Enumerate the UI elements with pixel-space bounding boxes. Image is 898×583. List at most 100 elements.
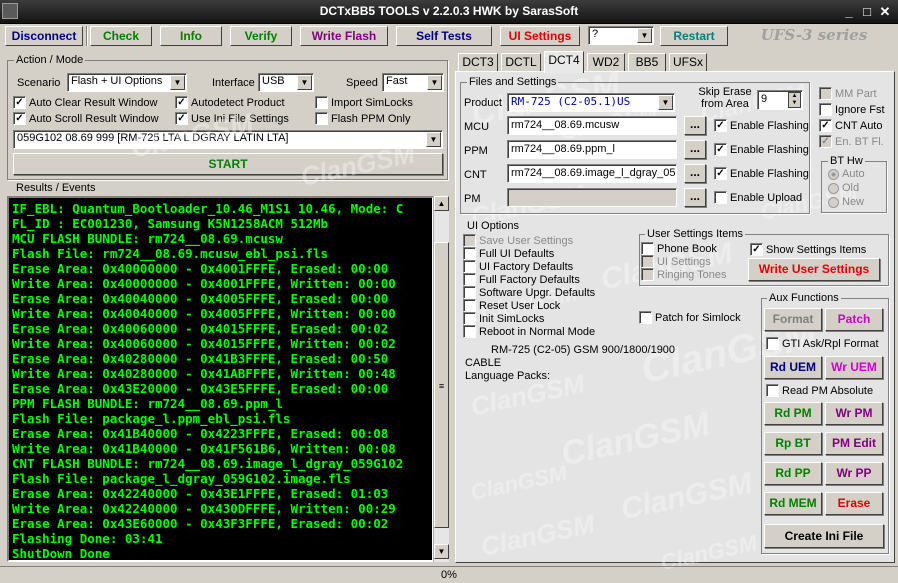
product-select[interactable]: RM-725 (C2-05.1)US ▼ — [507, 93, 675, 112]
tab-dct3[interactable]: DCT3 — [458, 53, 498, 71]
scroll-up-icon[interactable]: ▲ — [434, 196, 449, 211]
use-ini-label: Use Ini File Settings — [191, 112, 289, 125]
mcu-browse-button[interactable]: ... — [684, 116, 706, 135]
rd-pm-button[interactable]: Rd PM — [764, 402, 822, 425]
ppm-file-field[interactable]: rm724__08.69.ppm_l — [507, 140, 677, 159]
minimize-icon[interactable]: _ — [840, 4, 858, 20]
bt-hw-old-radio[interactable]: Old — [828, 182, 859, 194]
progress-text: 0% — [441, 569, 457, 581]
log-line: Write Area: 0x41B40000 - 0x41F561B6, Wri… — [12, 441, 396, 456]
results-scrollbar[interactable]: ▲ ≡ ▼ — [433, 196, 449, 562]
wr-uem-button[interactable]: Wr UEM — [825, 356, 883, 379]
ui-option-checkbox[interactable]: Full Factory Defaults — [463, 273, 580, 286]
enable-flashing-label: Enable Flashing — [730, 143, 809, 156]
speed-select[interactable]: Fast ▼ — [382, 73, 444, 92]
restart-button[interactable]: Restart — [660, 26, 728, 46]
phone-book-checkbox[interactable]: Phone Book — [641, 242, 717, 255]
title-bar[interactable]: DCTxBB5 TOOLS v 2.2.0.3 HWK by SarasSoft… — [0, 0, 898, 24]
ui-option-checkbox[interactable]: Init SimLocks — [463, 312, 544, 325]
en-bt-fl-checkbox[interactable]: ✓ En. BT Fl. — [819, 135, 884, 148]
patch-simlock-checkbox[interactable]: Patch for Simlock — [639, 311, 741, 324]
ui-option-label: UI Factory Defaults — [479, 260, 574, 273]
write-user-settings-button[interactable]: Write User Settings — [748, 258, 880, 281]
verify-button[interactable]: Verify — [230, 26, 292, 46]
tab-ufsx[interactable]: UFSx — [669, 53, 707, 71]
rd-pp-button[interactable]: Rd PP — [764, 462, 822, 485]
import-simlocks-checkbox[interactable]: Import SimLocks — [315, 96, 413, 109]
scenario-select[interactable]: Flash + UI Options ▼ — [67, 73, 187, 92]
user-ui-settings-checkbox[interactable]: UI Settings — [641, 255, 711, 268]
skip-erase-spinner[interactable]: 9 ▲ ▼ — [757, 90, 803, 110]
chevron-down-icon[interactable]: ▼ — [426, 132, 441, 147]
chevron-down-icon[interactable]: ▼ — [427, 75, 442, 90]
bt-hw-new-radio[interactable]: New — [828, 196, 864, 208]
ui-option-checkbox[interactable]: Reboot in Normal Mode — [463, 325, 595, 338]
interface-select[interactable]: USB ▼ — [258, 73, 314, 92]
mcu-file-field[interactable]: rm724__08.69.mcusw — [507, 116, 677, 135]
check-button[interactable]: Check — [90, 26, 152, 46]
pm-enable-upload-checkbox[interactable]: Enable Upload — [714, 191, 802, 204]
checkbox-checked-icon: ✓ — [750, 243, 763, 256]
create-ini-file-button[interactable]: Create Ini File — [764, 524, 884, 548]
start-button[interactable]: START — [13, 153, 443, 175]
pm-edit-button[interactable]: PM Edit — [825, 432, 883, 455]
wr-pm-button[interactable]: Wr PM — [825, 402, 883, 425]
disconnect-button[interactable]: Disconnect — [5, 26, 83, 46]
product-firmware-select[interactable]: 059G102 08.69 999 [RM-725 LTA L DGRAY LA… — [13, 130, 443, 149]
chevron-down-icon[interactable]: ▼ — [297, 75, 312, 90]
tab-wd2[interactable]: WD2 — [587, 53, 625, 71]
self-tests-button[interactable]: Self Tests — [396, 26, 492, 46]
chevron-down-icon[interactable]: ▼ — [637, 28, 652, 43]
cnt-browse-button[interactable]: ... — [684, 164, 706, 183]
rd-uem-button[interactable]: Rd UEM — [764, 356, 822, 379]
scroll-thumb[interactable]: ≡ — [434, 242, 449, 528]
flash-ppm-checkbox[interactable]: Flash PPM Only — [315, 112, 410, 125]
auto-scroll-checkbox[interactable]: ✓ Auto Scroll Result Window — [13, 112, 159, 125]
use-ini-checkbox[interactable]: ✓ Use Ini File Settings — [175, 112, 289, 125]
spinner-arrows-icon[interactable]: ▲ ▼ — [788, 92, 801, 108]
close-icon[interactable]: ✕ — [876, 4, 894, 20]
maximize-icon[interactable]: □ — [858, 4, 876, 20]
ui-option-checkbox[interactable]: Software Upgr. Defaults — [463, 286, 595, 299]
rp-bt-button[interactable]: Rp BT — [764, 432, 822, 455]
ignore-fst-checkbox[interactable]: Ignore Fst — [819, 103, 885, 116]
cnt-file-field[interactable]: rm724__08.69.image_l_dgray_059 — [507, 164, 677, 183]
tab-dct4[interactable]: DCT4 — [544, 51, 584, 73]
autodetect-checkbox[interactable]: ✓ Autodetect Product — [175, 96, 285, 109]
tab-dctl[interactable]: DCTL — [501, 53, 541, 71]
tab-bb5[interactable]: BB5 — [628, 53, 666, 71]
ppm-browse-button[interactable]: ... — [684, 140, 706, 159]
chevron-down-icon[interactable]: ▼ — [658, 95, 673, 110]
wr-pp-button[interactable]: Wr PP — [825, 462, 883, 485]
bt-hw-auto-radio[interactable]: Auto — [828, 168, 865, 180]
ppm-enable-flashing-checkbox[interactable]: ✓ Enable Flashing — [714, 143, 809, 156]
info-button[interactable]: Info — [160, 26, 222, 46]
erase-button[interactable]: Erase — [825, 492, 883, 515]
auto-clear-checkbox[interactable]: ✓ Auto Clear Result Window — [13, 96, 157, 109]
autodetect-label: Autodetect Product — [191, 96, 285, 109]
help-select[interactable]: ? ▼ — [588, 26, 654, 45]
ui-settings-button[interactable]: UI Settings — [500, 26, 580, 46]
ui-option-checkbox[interactable]: Full UI Defaults — [463, 247, 554, 260]
cnt-enable-flashing-checkbox[interactable]: ✓ Enable Flashing — [714, 167, 809, 180]
ringing-tones-checkbox[interactable]: Ringing Tones — [641, 268, 727, 281]
chevron-down-icon[interactable]: ▼ — [170, 75, 185, 90]
read-pm-absolute-checkbox[interactable]: Read PM Absolute — [766, 384, 873, 397]
scroll-down-icon[interactable]: ▼ — [434, 544, 449, 559]
mcu-enable-flashing-checkbox[interactable]: ✓ Enable Flashing — [714, 119, 809, 132]
write-flash-button[interactable]: Write Flash — [300, 26, 388, 46]
pm-browse-button[interactable]: ... — [684, 188, 706, 207]
ui-option-checkbox[interactable]: UI Factory Defaults — [463, 260, 573, 273]
ui-option-checkbox[interactable]: Save User Settings — [463, 234, 573, 247]
rd-mem-button[interactable]: Rd MEM — [764, 492, 822, 515]
patch-button[interactable]: Patch — [825, 308, 883, 331]
results-log[interactable]: IF_EBL: Quantum_Bootloader_10.46_M1S1 10… — [7, 196, 434, 562]
format-button[interactable]: Format — [764, 308, 822, 331]
cnt-auto-checkbox[interactable]: ✓ CNT Auto — [819, 119, 883, 132]
gti-checkbox[interactable]: GTI Ask/Rpl Format — [766, 337, 879, 350]
log-line: FL_ID : EC001230, Samsung K5N1258ACM 512… — [12, 216, 329, 231]
ui-option-checkbox[interactable]: Reset User Lock — [463, 299, 560, 312]
show-settings-checkbox[interactable]: ✓ Show Settings Items — [750, 243, 866, 256]
pm-file-field[interactable] — [507, 188, 677, 207]
mm-part-checkbox[interactable]: MM Part — [819, 87, 877, 100]
